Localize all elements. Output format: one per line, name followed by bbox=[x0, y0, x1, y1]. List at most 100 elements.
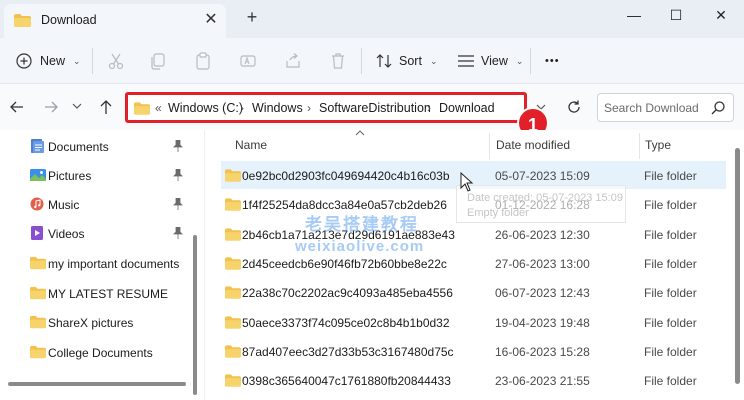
sidebar-item-videos[interactable]: Videos bbox=[0, 219, 190, 247]
row-type: File folder bbox=[644, 256, 697, 271]
paste-icon[interactable] bbox=[193, 51, 213, 71]
table-row[interactable]: 87ad407eec3d27d33b53c3167480d75c 16-06-20… bbox=[221, 337, 726, 365]
tab-download[interactable]: Download ✕ bbox=[4, 4, 226, 38]
file-list-scrollbar[interactable] bbox=[735, 148, 740, 384]
breadcrumb-overflow[interactable]: « bbox=[155, 101, 162, 115]
toolbar-divider bbox=[530, 48, 531, 74]
sidebar-item-label: ShareX pictures bbox=[48, 316, 134, 330]
breadcrumb-softwaredistribution[interactable]: SoftwareDistribution bbox=[319, 101, 431, 115]
column-header-name[interactable]: Name bbox=[235, 138, 267, 152]
new-button[interactable]: New ⌄ bbox=[16, 51, 81, 71]
sidebar-horizontal-scrollbar[interactable] bbox=[8, 382, 186, 386]
search-icon[interactable] bbox=[710, 100, 726, 116]
row-name: 22a38c70c2202ac9c4093a485eba4556 bbox=[242, 286, 453, 301]
pin-icon[interactable] bbox=[173, 169, 183, 181]
row-date-modified: 19-04-2023 19:48 bbox=[495, 315, 590, 330]
folder-icon bbox=[134, 102, 150, 115]
sidebar-item-music[interactable]: Music bbox=[0, 190, 190, 218]
address-bar[interactable]: « Windows (C:) › Windows › SoftwareDistr… bbox=[125, 92, 527, 123]
sidebar-item-college-documents[interactable]: College Documents bbox=[0, 338, 190, 366]
recent-chevron-icon[interactable] bbox=[71, 100, 83, 112]
refresh-icon[interactable] bbox=[565, 98, 583, 116]
navigation-bar: « Windows (C:) › Windows › SoftwareDistr… bbox=[0, 84, 744, 130]
plus-circle-icon bbox=[16, 53, 32, 69]
column-header-type[interactable]: Type bbox=[645, 138, 671, 152]
sidebar-item-pictures[interactable]: Pictures bbox=[0, 161, 190, 189]
tooltip-size: Empty folder bbox=[467, 207, 529, 219]
music-icon bbox=[30, 197, 44, 211]
delete-icon[interactable] bbox=[328, 51, 348, 71]
breadcrumb-windows-c[interactable]: Windows (C:) bbox=[168, 101, 243, 115]
table-row[interactable]: 0398c365640047c1761880fb20844433 23-06-20… bbox=[221, 366, 726, 394]
navigation-pane: Documents Pictures Music Videos my impor… bbox=[0, 130, 204, 400]
close-window-button[interactable]: ✕ bbox=[709, 4, 733, 26]
table-row[interactable]: 50aece3373f74c095ce02c8b4b1b0d32 19-04-20… bbox=[221, 308, 726, 336]
breadcrumb-separator: › bbox=[240, 101, 244, 115]
sort-button[interactable]: Sort ⌄ bbox=[375, 51, 437, 71]
sidebar-item-sharex-pictures[interactable]: ShareX pictures bbox=[0, 308, 190, 336]
videos-icon bbox=[31, 226, 43, 240]
sidebar-item-label: Documents bbox=[48, 140, 109, 154]
table-row[interactable]: 22a38c70c2202ac9c4093a485eba4556 06-07-20… bbox=[221, 278, 726, 306]
row-name: 0398c365640047c1761880fb20844433 bbox=[242, 374, 451, 389]
forward-arrow-icon[interactable] bbox=[42, 98, 60, 116]
maximize-button[interactable]: ☐ bbox=[664, 4, 688, 26]
cut-icon[interactable] bbox=[106, 51, 126, 71]
pictures-icon bbox=[30, 169, 46, 181]
rename-icon[interactable] bbox=[238, 51, 258, 71]
pin-icon[interactable] bbox=[173, 140, 183, 152]
row-type: File folder bbox=[644, 344, 697, 359]
column-divider[interactable] bbox=[489, 133, 490, 159]
chevron-down-icon: ⌄ bbox=[429, 55, 438, 66]
sidebar-item-documents[interactable]: Documents bbox=[0, 132, 190, 160]
folder-icon bbox=[225, 286, 241, 299]
tooltip: Date created: 05-07-2023 15:09 Empty fol… bbox=[456, 185, 626, 223]
pin-icon[interactable] bbox=[173, 227, 183, 239]
command-bar: New ⌄ Sort ⌄ View ⌄ ••• bbox=[0, 38, 744, 84]
row-type: File folder bbox=[644, 198, 697, 213]
row-name: 87ad407eec3d27d33b53c3167480d75c bbox=[242, 344, 454, 359]
documents-icon bbox=[31, 139, 44, 153]
copy-icon[interactable] bbox=[148, 51, 168, 71]
row-name: 0e92bc0d2903fc049694420c4b16c03b bbox=[242, 169, 450, 183]
watermark-title: 老吴搭建教程 bbox=[305, 215, 419, 234]
row-type: File folder bbox=[644, 286, 697, 301]
breadcrumb-windows[interactable]: Windows bbox=[252, 101, 303, 115]
tooltip-date-created: Date created: 05-07-2023 15:09 bbox=[467, 192, 623, 204]
back-arrow-icon[interactable] bbox=[8, 98, 26, 116]
row-type: File folder bbox=[644, 169, 697, 183]
breadcrumb-download[interactable]: Download bbox=[439, 101, 495, 115]
sidebar-item-label: MY LATEST RESUME bbox=[48, 287, 169, 301]
sidebar-scrollbar[interactable] bbox=[193, 235, 197, 395]
sidebar-item-my-important-documents[interactable]: my important documents bbox=[0, 249, 190, 277]
up-arrow-icon[interactable] bbox=[97, 98, 115, 116]
column-divider[interactable] bbox=[639, 133, 640, 159]
row-type: File folder bbox=[644, 374, 697, 389]
sort-ascending-icon bbox=[355, 130, 365, 136]
folder-icon bbox=[225, 169, 241, 182]
breadcrumb-separator: › bbox=[427, 101, 431, 115]
sort-label: Sort bbox=[399, 54, 422, 68]
folder-icon bbox=[30, 256, 46, 270]
row-name: 50aece3373f74c095ce02c8b4b1b0d32 bbox=[242, 315, 450, 330]
close-tab-icon[interactable]: ✕ bbox=[202, 11, 220, 29]
sidebar-item-label: Videos bbox=[48, 227, 85, 241]
folder-icon bbox=[225, 374, 241, 387]
row-date-modified: 16-06-2023 15:28 bbox=[495, 344, 590, 359]
folder-icon bbox=[225, 257, 241, 270]
view-button[interactable]: View ⌄ bbox=[457, 51, 523, 71]
row-date-modified: 26-06-2023 12:30 bbox=[495, 227, 590, 242]
chevron-down-icon: ⌄ bbox=[515, 55, 524, 66]
row-type: File folder bbox=[644, 227, 697, 242]
sidebar-item-my-latest-resume[interactable]: MY LATEST RESUME bbox=[0, 279, 190, 307]
view-icon bbox=[458, 55, 474, 67]
new-tab-button[interactable]: + bbox=[243, 8, 261, 26]
more-options-button[interactable]: ••• bbox=[545, 51, 560, 71]
search-box[interactable]: Search Download bbox=[597, 93, 734, 122]
title-bar: Download ✕ + — ☐ ✕ bbox=[0, 0, 744, 38]
share-icon[interactable] bbox=[283, 51, 303, 71]
folder-icon bbox=[225, 198, 241, 211]
pin-icon[interactable] bbox=[173, 198, 183, 210]
column-header-date-modified[interactable]: Date modified bbox=[496, 138, 570, 152]
minimize-button[interactable]: — bbox=[622, 4, 646, 26]
